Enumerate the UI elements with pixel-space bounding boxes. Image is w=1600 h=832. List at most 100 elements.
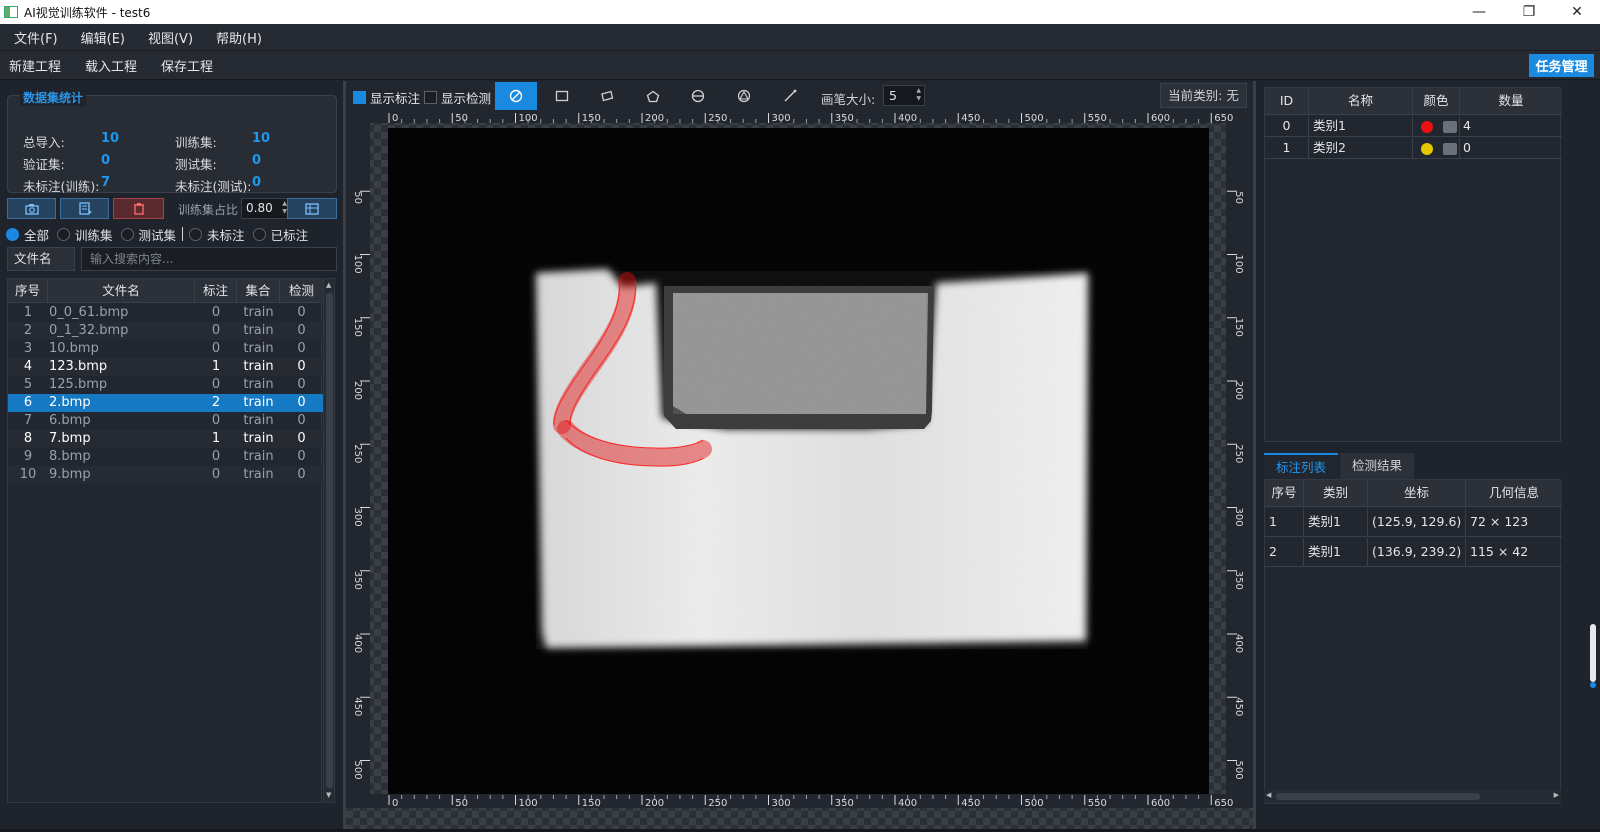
spin-arrows-icon[interactable]: ▲ ▼ xyxy=(916,87,921,103)
line-icon[interactable] xyxy=(769,82,811,110)
col-header-color[interactable]: 颜色 xyxy=(1413,88,1460,114)
ruler-label: 500 xyxy=(1025,798,1044,809)
filter-radios: 全部 训练集 测试集 未标注 已标注 xyxy=(6,225,316,243)
search-field-select[interactable]: 文件名 xyxy=(7,247,75,271)
col-header-coords[interactable]: 坐标 xyxy=(1368,480,1466,506)
new-project-button[interactable]: 新建工程 xyxy=(9,56,61,75)
col-header-class[interactable]: 类别 xyxy=(1304,480,1368,506)
ann-index: 1 xyxy=(1265,508,1304,536)
scroll-left-icon[interactable]: ◀ xyxy=(1266,791,1271,799)
triangle-icon[interactable] xyxy=(723,82,765,110)
filter-labeled[interactable]: 已标注 xyxy=(252,225,308,244)
file-table-scrollbar[interactable]: ▲ ▼ xyxy=(323,278,335,803)
scroll-thumb[interactable] xyxy=(326,293,333,788)
col-header-count[interactable]: 数量 xyxy=(1460,88,1562,114)
file-set: train xyxy=(243,323,274,338)
file-name: 0_1_32.bmp xyxy=(49,323,129,338)
ruler-label: 450 xyxy=(352,697,363,716)
annotation-hscrollbar[interactable]: ◀ ▶ xyxy=(1264,790,1561,803)
show-detections-checkbox[interactable]: 显示检测 xyxy=(424,88,491,107)
scroll-thumb[interactable] xyxy=(1276,793,1480,800)
menu-view[interactable]: 视图(V) xyxy=(148,28,193,47)
restore-icon[interactable]: ❐ xyxy=(1506,0,1552,24)
color-swatch-yellow[interactable] xyxy=(1421,142,1433,155)
menu-edit[interactable]: 编辑(E) xyxy=(81,28,125,47)
search-input[interactable] xyxy=(81,247,337,271)
col-header-geometry[interactable]: 几何信息 xyxy=(1466,480,1562,506)
file-row[interactable]: 10 9.bmp 0 train 0 xyxy=(8,466,323,484)
ratio-label: 训练集占比 xyxy=(178,203,239,217)
sample-image xyxy=(388,128,1209,794)
pen-size-spinbox[interactable]: 5 ▲ ▼ xyxy=(883,85,925,106)
rectangle-icon[interactable] xyxy=(541,82,583,110)
col-header-index[interactable]: 序号 xyxy=(8,279,48,302)
right-panel: ID 名称 颜色 数量 0 类别1 4 1 类别2 0 标注列表 检测结果 序号… xyxy=(1256,81,1600,832)
close-icon[interactable]: ✕ xyxy=(1554,0,1600,24)
file-row[interactable]: 9 8.bmp 0 train 0 xyxy=(8,448,323,466)
save-project-button[interactable]: 保存工程 xyxy=(161,56,213,75)
circle-icon[interactable] xyxy=(677,82,719,110)
trash-icon[interactable] xyxy=(113,198,164,219)
file-row[interactable]: 2 0_1_32.bmp 0 train 0 xyxy=(8,322,323,340)
filter-all[interactable]: 全部 xyxy=(6,225,49,244)
ratio-spinbox[interactable]: 0.80 ▲ ▼ xyxy=(241,198,291,219)
ruler-label: 0 xyxy=(392,798,398,809)
tab-annotation-list[interactable]: 标注列表 xyxy=(1264,453,1339,479)
right-panel-scrollbar[interactable] xyxy=(1589,520,1597,820)
scroll-thumb[interactable] xyxy=(1590,624,1596,682)
ruler-label: 50 xyxy=(352,191,363,204)
export-icon[interactable] xyxy=(60,198,109,219)
table-icon[interactable] xyxy=(287,198,337,219)
file-row[interactable]: 6 2.bmp 2 train 0 xyxy=(8,394,323,412)
brush-eraser-icon[interactable] xyxy=(495,82,537,110)
file-row[interactable]: 7 6.bmp 0 train 0 xyxy=(8,412,323,430)
camera-icon[interactable] xyxy=(7,198,56,219)
col-header-set[interactable]: 集合 xyxy=(237,279,280,302)
file-index: 9 xyxy=(23,449,33,464)
canvas-svg[interactable]: 0 0 50 50 100 100 150 150 200 200 250 250 300 300 350 3… xyxy=(346,111,1253,829)
col-header-detect[interactable]: 检测 xyxy=(280,279,323,302)
color-picker-icon[interactable] xyxy=(1443,142,1457,155)
file-row[interactable]: 3 10.bmp 0 train 0 xyxy=(8,340,323,358)
ruler-label: 150 xyxy=(352,318,363,337)
col-header-index[interactable]: 序号 xyxy=(1265,480,1304,506)
rotated-rect-icon[interactable] xyxy=(586,82,628,110)
color-swatch-red[interactable] xyxy=(1421,120,1433,133)
file-name: 6.bmp xyxy=(49,413,91,428)
menu-help[interactable]: 帮助(H) xyxy=(216,28,262,47)
image-canvas[interactable]: 0 0 50 50 100 100 150 150 200 200 250 250 300 300 350 3… xyxy=(346,111,1253,829)
scroll-up-icon[interactable]: ▲ xyxy=(326,281,331,289)
file-detect: 0 xyxy=(297,449,306,464)
ruler-label: 250 xyxy=(352,444,363,463)
file-index: 4 xyxy=(23,359,33,374)
scroll-right-icon[interactable]: ▶ xyxy=(1554,791,1559,799)
ruler-label: 350 xyxy=(835,798,854,809)
filter-train[interactable]: 训练集 xyxy=(57,225,113,244)
col-header-marks[interactable]: 标注 xyxy=(195,279,237,302)
ann-class: 类别1 xyxy=(1304,508,1368,536)
color-picker-icon[interactable] xyxy=(1443,120,1457,133)
scroll-down-icon[interactable]: ▼ xyxy=(326,791,331,799)
class-row[interactable]: 0 类别1 4 xyxy=(1265,116,1562,137)
file-row[interactable]: 8 7.bmp 1 train 0 xyxy=(8,430,323,448)
col-header-name[interactable]: 名称 xyxy=(1309,88,1413,114)
file-row[interactable]: 1 0_0_61.bmp 0 train 0 xyxy=(8,304,323,322)
file-row[interactable]: 5 125.bmp 0 train 0 xyxy=(8,376,323,394)
col-header-filename[interactable]: 文件名 xyxy=(48,279,195,302)
polygon-icon[interactable] xyxy=(632,82,674,110)
ruler-label: 100 xyxy=(519,798,538,809)
task-manage-button[interactable]: 任务管理 xyxy=(1529,54,1594,77)
tab-detection-results[interactable]: 检测结果 xyxy=(1340,453,1415,479)
filter-test[interactable]: 测试集 xyxy=(120,225,176,244)
filter-unlabeled[interactable]: 未标注 xyxy=(189,225,245,244)
col-header-id[interactable]: ID xyxy=(1265,88,1309,114)
class-row[interactable]: 1 类别2 0 xyxy=(1265,138,1562,159)
show-annotations-checkbox[interactable]: 显示标注 xyxy=(353,88,420,107)
menu-file[interactable]: 文件(F) xyxy=(14,28,58,47)
annotation-row[interactable]: 2 类别1 (136.9, 239.2) 115 × 42 xyxy=(1265,538,1562,567)
ann-geometry: 72 × 123 xyxy=(1470,514,1529,529)
load-project-button[interactable]: 载入工程 xyxy=(85,56,137,75)
annotation-row[interactable]: 1 类别1 (125.9, 129.6) 72 × 123 xyxy=(1265,508,1562,537)
minimize-icon[interactable]: — xyxy=(1456,0,1502,24)
file-row[interactable]: 4 123.bmp 1 train 0 xyxy=(8,358,323,376)
